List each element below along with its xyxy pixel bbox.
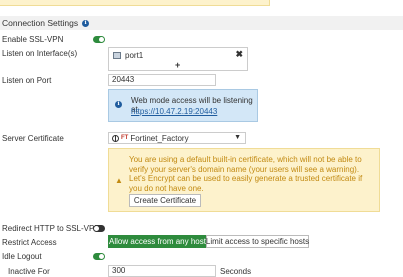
toggle-knob — [99, 37, 104, 42]
info-icon: i — [115, 101, 122, 108]
restrict-access-label: Restrict Access — [2, 238, 57, 247]
web-mode-url-link[interactable]: https://10.47.2.19:20443 — [131, 107, 217, 116]
interface-name: port1 — [125, 51, 144, 60]
web-mode-info-box: i Web mode access will be listening at h… — [108, 89, 258, 122]
idle-logout-toggle[interactable] — [93, 253, 105, 260]
selected-certificate: Fortinet_Factory — [130, 133, 189, 143]
toggle-knob — [99, 254, 104, 259]
certificate-warning-text: You are using a default built-in certifi… — [129, 155, 363, 193]
idle-logout-label: Idle Logout — [2, 252, 42, 261]
enable-ssl-vpn-toggle[interactable] — [93, 36, 105, 43]
remove-interface-icon[interactable]: ✖ — [235, 49, 243, 60]
listen-interface-label: Listen on Interface(s) — [2, 49, 78, 58]
warning-icon: ▲ — [115, 176, 123, 185]
server-certificate-label: Server Certificate — [2, 134, 64, 143]
certificate-icon: FT — [121, 135, 129, 141]
listen-port-label: Listen on Port — [2, 76, 52, 85]
listen-interface-field[interactable]: port1 ✖ + — [108, 47, 248, 71]
inactive-for-input[interactable]: 300 — [108, 265, 216, 277]
inactive-for-unit: Seconds — [220, 267, 252, 276]
section-title: Connection Settings — [2, 18, 79, 28]
inactive-for-label: Inactive For — [8, 267, 50, 276]
toggle-knob — [94, 226, 99, 231]
chevron-down-icon: ▼ — [234, 134, 241, 141]
limit-hosts-option[interactable]: Limit access to specific hosts — [206, 235, 309, 248]
top-warning-strip — [0, 0, 270, 6]
certificate-warning-box: ▲ You are using a default built-in certi… — [108, 148, 380, 212]
redirect-http-toggle[interactable] — [93, 225, 105, 232]
add-interface-icon[interactable]: + — [175, 60, 180, 70]
globe-icon — [112, 134, 119, 142]
section-header: Connection Settings i — [0, 16, 403, 30]
info-icon[interactable]: i — [82, 19, 90, 27]
port-icon — [113, 52, 121, 59]
redirect-http-label: Redirect HTTP to SSL-VPN — [2, 224, 101, 233]
server-certificate-select[interactable]: FT Fortinet_Factory ▼ — [108, 132, 246, 144]
create-certificate-button[interactable]: Create Certificate — [129, 194, 201, 207]
listen-port-input[interactable]: 20443 — [108, 74, 216, 86]
interface-entry: port1 — [113, 51, 143, 60]
enable-ssl-vpn-label: Enable SSL-VPN — [2, 35, 64, 44]
allow-any-host-option[interactable]: Allow access from any host — [108, 235, 207, 248]
